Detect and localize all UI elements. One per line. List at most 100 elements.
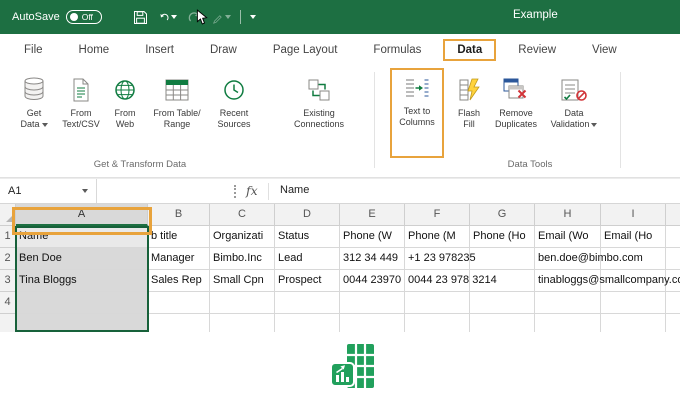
column-header[interactable]: I <box>601 204 666 226</box>
button-recent-sources[interactable]: Recent Sources <box>208 70 260 156</box>
cell[interactable]: Email (Ho <box>601 226 666 248</box>
select-all-corner[interactable] <box>0 204 16 226</box>
tab-file[interactable]: File <box>10 39 57 61</box>
cell[interactable]: b title <box>148 226 210 248</box>
cell[interactable] <box>470 248 535 270</box>
text-file-icon <box>71 75 91 105</box>
tab-home[interactable]: Home <box>65 39 124 61</box>
fx-icon[interactable]: fx <box>246 183 258 198</box>
cell[interactable]: Name <box>16 226 148 248</box>
button-label: From Table/Range <box>153 108 201 129</box>
cell[interactable]: Tina Bloggs <box>16 270 148 292</box>
column-header[interactable]: G <box>470 204 535 226</box>
button-remove-duplicates[interactable]: Remove Duplicates <box>490 70 542 156</box>
chevron-down-icon[interactable] <box>224 15 231 19</box>
button-get-data[interactable]: Get Data <box>10 70 58 156</box>
cell[interactable] <box>210 292 275 314</box>
customize-toolbar-chevron-icon[interactable] <box>249 15 256 19</box>
button-from-web[interactable]: From Web <box>104 70 146 156</box>
row-header[interactable]: 4 <box>0 292 16 314</box>
column-header[interactable]: D <box>275 204 340 226</box>
column-header[interactable]: B <box>148 204 210 226</box>
cell[interactable] <box>666 314 680 332</box>
column-header[interactable]: H <box>535 204 601 226</box>
grip-dots-icon <box>234 185 236 198</box>
column-header-a[interactable]: A <box>16 204 148 226</box>
cell[interactable] <box>405 292 470 314</box>
row-header[interactable] <box>0 314 16 332</box>
table-row: 4 <box>0 292 680 314</box>
cell[interactable]: Bimbo.Inc <box>210 248 275 270</box>
cell[interactable] <box>666 248 680 270</box>
cell[interactable] <box>666 292 680 314</box>
cell[interactable] <box>601 314 666 332</box>
button-text-to-columns[interactable]: Text to Columns <box>390 68 444 158</box>
name-box[interactable]: A1 <box>0 179 97 203</box>
group-separator <box>620 72 621 168</box>
cell[interactable]: +1 23 978235 <box>405 248 476 270</box>
chevron-down-icon[interactable] <box>82 189 88 193</box>
tab-formulas[interactable]: Formulas <box>359 39 435 61</box>
button-from-text-csv[interactable]: From Text/CSV <box>58 70 104 156</box>
cell[interactable]: Sales Rep <box>148 270 210 292</box>
cell[interactable] <box>148 314 210 332</box>
cell[interactable]: Manager <box>148 248 210 270</box>
save-icon[interactable] <box>132 9 150 25</box>
tab-insert[interactable]: Insert <box>131 39 188 61</box>
autosave-toggle[interactable]: Off <box>65 10 102 24</box>
chevron-down-icon[interactable] <box>170 15 177 19</box>
cell[interactable]: Lead <box>275 248 340 270</box>
row-header[interactable]: 3 <box>0 270 16 292</box>
cell[interactable]: tinabloggs@smallcompany.com <box>535 270 680 292</box>
tab-draw[interactable]: Draw <box>196 39 251 61</box>
cell[interactable] <box>16 292 148 314</box>
formula-bar: A1 fx Name <box>0 178 680 204</box>
formula-input[interactable]: Name <box>280 184 309 196</box>
row-header[interactable]: 1 <box>0 226 16 248</box>
cell[interactable] <box>340 292 405 314</box>
row-header[interactable]: 2 <box>0 248 16 270</box>
tab-view[interactable]: View <box>578 39 631 61</box>
button-label: Existing Connections <box>293 108 345 129</box>
cell[interactable]: Phone (Ho <box>470 226 535 248</box>
button-existing-connections[interactable]: Existing Connections <box>284 70 354 156</box>
button-from-table-range[interactable]: From Table/Range <box>146 70 208 156</box>
cell[interactable] <box>470 292 535 314</box>
cell[interactable] <box>535 314 601 332</box>
undo-icon[interactable] <box>159 9 177 25</box>
title-bar: AutoSave Off Example <box>0 0 680 34</box>
column-header[interactable]: E <box>340 204 405 226</box>
column-header[interactable]: C <box>210 204 275 226</box>
cell[interactable]: Status <box>275 226 340 248</box>
tab-page-layout[interactable]: Page Layout <box>259 39 352 61</box>
cell[interactable]: Organizati <box>210 226 275 248</box>
brush-icon <box>212 9 231 25</box>
cell[interactable] <box>148 292 210 314</box>
button-flash-fill[interactable]: Flash Fill <box>448 70 490 156</box>
tab-data[interactable]: Data <box>443 39 497 61</box>
remove-duplicates-icon <box>503 75 529 105</box>
cell[interactable]: ben.doe@bimbo.com <box>535 248 643 270</box>
cell[interactable] <box>275 314 340 332</box>
cell[interactable] <box>405 314 470 332</box>
cell[interactable] <box>601 292 666 314</box>
cell[interactable]: 0044 23 978 3214 <box>405 270 497 292</box>
column-header[interactable]: F <box>405 204 470 226</box>
cell[interactable]: 312 34 449 <box>340 248 405 270</box>
cell[interactable]: Ben Doe <box>16 248 148 270</box>
cell[interactable] <box>210 314 275 332</box>
cell[interactable] <box>535 292 601 314</box>
cell[interactable] <box>470 314 535 332</box>
cell[interactable] <box>275 292 340 314</box>
cell[interactable]: Prospect <box>275 270 340 292</box>
cell[interactable]: Phone (M <box>405 226 470 248</box>
cell[interactable]: Email (Wo <box>535 226 601 248</box>
cell[interactable]: Small Cpn <box>210 270 275 292</box>
tab-review[interactable]: Review <box>504 39 570 61</box>
cell[interactable] <box>340 314 405 332</box>
cell[interactable] <box>666 226 680 248</box>
cell[interactable]: Phone (W <box>340 226 405 248</box>
cell[interactable] <box>16 314 148 332</box>
cell[interactable]: 0044 23970 <box>340 270 405 292</box>
button-data-validation[interactable]: Data Validation <box>544 70 604 156</box>
